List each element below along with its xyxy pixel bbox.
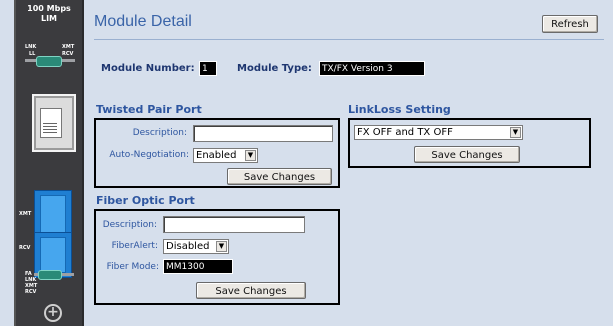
status-led-icon: [38, 270, 62, 280]
module-number-label: Module Number:: [101, 63, 195, 74]
tp-description-label: Description:: [132, 128, 187, 138]
module-faceplate: 100 Mbps LIM LNK LL XMT RCV XMT RCV FA L…: [14, 0, 84, 326]
fiber-rcv-label: RCV: [19, 245, 31, 251]
xmt-label: XMT: [62, 44, 75, 50]
fiber-xmt-label: XMT: [19, 211, 32, 217]
status-rcv-label: RCV: [25, 289, 37, 295]
linkloss-select[interactable]: FX OFF and TX OFF ▼: [354, 125, 523, 140]
link-led-icon: [36, 56, 62, 67]
chevron-down-icon[interactable]: ▼: [245, 150, 256, 161]
chevron-down-icon[interactable]: ▼: [216, 241, 227, 252]
tp-save-button[interactable]: Save Changes: [227, 168, 332, 185]
tp-description-input[interactable]: [193, 125, 333, 142]
divider: [94, 39, 604, 40]
fiber-description-input[interactable]: [163, 216, 305, 233]
rj45-port-icon: [32, 94, 76, 152]
fiber-save-button[interactable]: Save Changes: [196, 282, 306, 299]
faceplate-title: 100 Mbps LIM: [27, 4, 71, 23]
fiber-mode-label: Fiber Mode:: [106, 262, 159, 272]
rcv-label: RCV: [62, 51, 74, 57]
tp-autoneg-label: Auto-Negotiation:: [109, 150, 189, 160]
fiberalert-select[interactable]: Disabled ▼: [163, 239, 229, 254]
refresh-button[interactable]: Refresh: [542, 15, 598, 33]
ll-label: LL: [29, 51, 36, 57]
fiber-description-label: Description:: [102, 220, 157, 230]
fiberalert-label: FiberAlert:: [111, 241, 158, 251]
plus-icon[interactable]: +: [44, 304, 62, 322]
chevron-down-icon[interactable]: ▼: [510, 127, 521, 138]
linkloss-title: LinkLoss Setting: [348, 103, 451, 116]
fiber-optic-title: Fiber Optic Port: [96, 194, 195, 207]
module-type-label: Module Type:: [237, 63, 312, 74]
page-title: Module Detail: [94, 13, 192, 30]
module-number-value: 1: [199, 61, 217, 76]
linkloss-save-button[interactable]: Save Changes: [414, 146, 520, 163]
fiber-mode-value: MM1300: [163, 259, 233, 274]
twisted-pair-title: Twisted Pair Port: [96, 103, 202, 116]
tp-autoneg-select[interactable]: Enabled ▼: [193, 148, 258, 163]
lnk-label: LNK: [25, 44, 37, 50]
module-type-value: TX/FX Version 3: [319, 61, 425, 76]
